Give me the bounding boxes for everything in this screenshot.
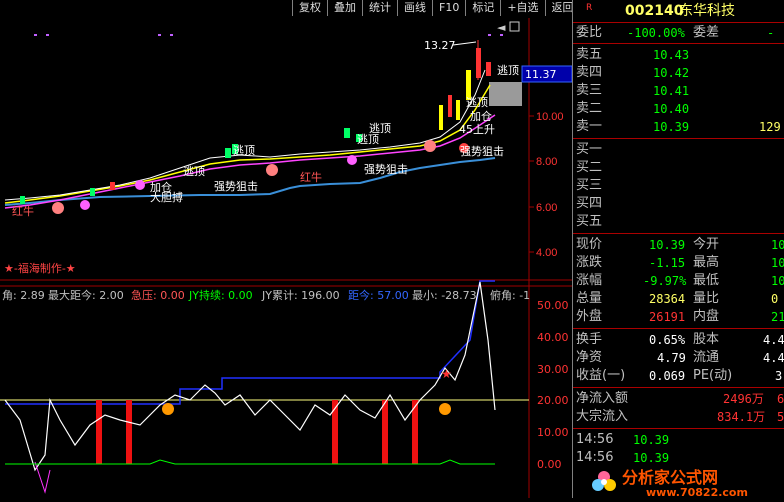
toolbar: 复权 叠加 统计 画线 F10 标记 +自选 返回: [292, 0, 581, 17]
ind-tick: 50.00: [537, 299, 569, 312]
stat-row: 涨跌-1.15最高10: [576, 255, 784, 270]
price-axis: 10.00 8.00 6.00 4.00: [536, 111, 564, 259]
flow-row: 大宗流入 834.1万 5: [576, 409, 784, 424]
tick-row: 14:56 10.39: [576, 450, 670, 465]
stock-header: R 002140 东华科技: [573, 0, 784, 23]
add-watchlist-button[interactable]: +自选: [500, 0, 545, 16]
limit-box: [489, 82, 522, 106]
escape-top-label: 逃顶: [183, 165, 205, 178]
snipe-label: 强势狙击: [214, 180, 258, 193]
rise45-label: 45上升: [459, 123, 495, 136]
order-ratio-row: 委比 -100.00% 委差 -: [573, 23, 784, 44]
stat-row: 现价10.39今开10: [576, 237, 784, 252]
current-price-label: 11.37: [525, 68, 557, 81]
fundamental-stats: 换手 0.65% 股本 4.4 净资 4.79 流通 4.4 收益(一) 0.069 PE(动)…: [573, 329, 784, 388]
stat-row: 换手 0.65% 股本 4.4: [576, 332, 784, 347]
stock-name: 东华科技: [679, 3, 735, 19]
bid-list: 买一 买二 买三 买四 买五: [573, 139, 784, 234]
oscillator-line: [4, 281, 496, 472]
credit-label: ★-福海制作-★: [4, 261, 76, 275]
ind-tick: 10.00: [537, 426, 569, 439]
ind-angle: 角: 2.89: [2, 289, 45, 302]
stat-row: 净资 4.79 流通 4.4: [576, 350, 784, 365]
peak-label: 13.27: [424, 39, 456, 52]
restore-rights-button[interactable]: 复权: [292, 0, 327, 16]
bid-row: 买二: [576, 160, 603, 175]
price-ticks-marks: [529, 115, 534, 253]
star-icon: ★: [441, 367, 452, 381]
ind-depression: 俯角: -1: [490, 288, 530, 302]
snipe-label: 强势狙击: [460, 145, 504, 158]
bid-row: 买三: [576, 178, 603, 193]
prev-arrow-icon[interactable]: ◄: [497, 21, 506, 34]
maximize-icon[interactable]: [509, 21, 520, 32]
up-signal-icon: [162, 403, 174, 415]
flow-row: 净流入额 2496万 6: [576, 391, 784, 406]
red-bull-label: 红牛: [12, 204, 34, 218]
green-base-line: [5, 459, 495, 465]
ind-tick: 0.00: [537, 458, 562, 471]
ind-dist-now: 距今: 57.00: [348, 288, 409, 302]
bid-row: 买一: [576, 142, 603, 157]
ask-row: 卖三 10.41: [576, 83, 690, 98]
ind-max-dist: 最大距今: 2.00: [48, 288, 124, 302]
escape-top-label: 逃顶: [357, 133, 379, 146]
ask-list: 卖五 10.43 卖四 10.42 卖三 10.41 卖二 10.40 卖一 10.39 1…: [573, 44, 784, 139]
peak-pointer: [452, 41, 477, 46]
price-tick: 8.00: [536, 156, 557, 168]
overlay-button[interactable]: 叠加: [327, 0, 362, 16]
ind-jy-cont: JY持续: 0.00: [188, 288, 253, 302]
price-tick: 4.00: [536, 247, 557, 259]
snipe-label: 强势狙击: [364, 163, 408, 176]
bid-row: 买四: [576, 196, 603, 211]
add-position-label: 加仓: [470, 109, 492, 123]
red-bull-label: 红牛: [300, 170, 322, 184]
price-stats: 现价10.39今开10 涨跌-1.15最高10 涨幅-9.97%最低10 总量2…: [573, 234, 784, 329]
indicator-axis: 50.00 40.00 30.00 20.00 10.00 0.00: [537, 299, 569, 471]
watermark-title: 分析家公式网: [622, 468, 718, 487]
draw-line-button[interactable]: 画线: [397, 0, 432, 16]
order-ratio-value: -100.00%: [627, 26, 685, 40]
mark-button[interactable]: 标记: [465, 0, 501, 16]
stock-code: 002140: [625, 3, 684, 19]
stat-row: 涨幅-9.97%最低10: [576, 273, 784, 288]
big-buy-label: 大胆搏: [150, 190, 183, 204]
ind-tick: 20.00: [537, 394, 569, 407]
watermark: 分析家公式网 www.70822.com: [590, 468, 784, 499]
ind-tick: 40.00: [537, 331, 569, 344]
top-markers: [34, 34, 503, 36]
stat-row: 总量 28364 量比 0: [576, 291, 779, 306]
watermark-logo: 分析家公式网 www.70822.com: [592, 468, 748, 499]
up-signal-icon: [439, 403, 451, 415]
bid-row: 买五: [576, 214, 603, 229]
red-signal-bars: [96, 400, 418, 464]
ask-row: 卖四 10.42: [576, 65, 690, 80]
main-chart-area[interactable]: ◄ 10.00 8.00 6.00 4.00 11.37 13.27 逃顶 逃顶…: [0, 0, 572, 498]
stat-row: 外盘26191内盘21: [576, 309, 784, 324]
ask-row: 卖二 10.40: [576, 101, 690, 116]
escape-top-label: 逃顶: [497, 64, 519, 77]
ind-min: 最小: -28.73: [412, 289, 477, 302]
ind-jy-total: JY累计: 196.00: [261, 289, 340, 302]
ask-row: 卖一 10.39 129: [576, 119, 781, 134]
tick-row: 14:56 10.39: [576, 432, 670, 447]
watermark-url: www.70822.com: [646, 486, 748, 498]
stat-row: 收益(一) 0.069 PE(动) 3: [576, 368, 783, 383]
quote-panel: R 002140 东华科技 委比 -100.00% 委差 - 卖五 10.43 卖…: [572, 0, 784, 498]
price-tick: 6.00: [536, 202, 557, 214]
ind-pressure: 急压: 0.00: [131, 288, 185, 302]
r-mark: R: [586, 3, 593, 13]
flower-logo-icon: [592, 471, 616, 491]
escape-top-label: 逃顶: [466, 96, 488, 109]
ind-tick: 30.00: [537, 363, 569, 376]
statistics-button[interactable]: 统计: [362, 0, 397, 16]
price-tick: 10.00: [536, 111, 564, 123]
escape-top-label: 逃顶: [233, 144, 255, 157]
ask-row: 卖五 10.43: [576, 47, 690, 62]
indicator-header: 角: 2.89 最大距今: 2.00 急压: 0.00 JY持续: 0.00 J…: [2, 288, 530, 302]
f10-button[interactable]: F10: [432, 0, 466, 16]
tick-list: 14:56 10.39 14:56 10.39: [573, 429, 784, 469]
flow-stats: 净流入额 2496万 6 大宗流入 834.1万 5: [573, 388, 784, 429]
